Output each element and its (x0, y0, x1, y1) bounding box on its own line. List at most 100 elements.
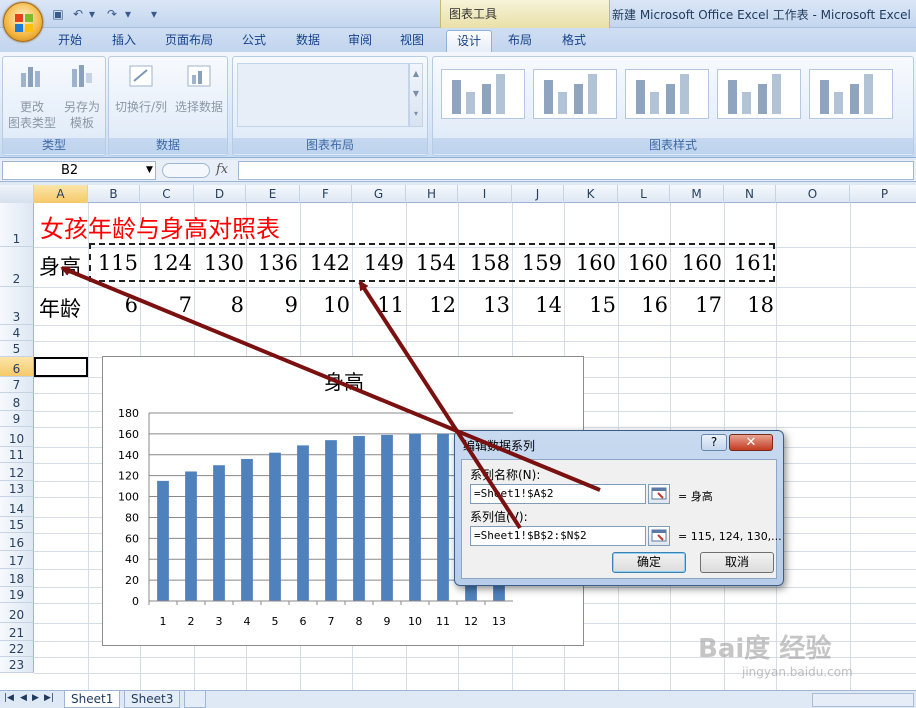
insert-function-icon[interactable]: fx (216, 162, 228, 177)
age-cell[interactable]: 8 (194, 293, 244, 317)
series-values-collapse-icon[interactable] (648, 526, 670, 546)
row-header-22[interactable]: 22 (0, 641, 34, 657)
active-cell-a6[interactable] (34, 357, 88, 377)
row-header-8[interactable]: 8 (0, 393, 34, 411)
column-header-h[interactable]: H (406, 185, 458, 203)
row-header-7[interactable]: 7 (0, 377, 34, 393)
age-cell[interactable]: 6 (88, 293, 138, 317)
age-cell[interactable]: 9 (246, 293, 298, 317)
chart-style-5[interactable] (809, 69, 893, 119)
switch-row-column-button[interactable]: 切换行/列 (113, 63, 169, 115)
tab-home[interactable]: 开始 (48, 30, 92, 52)
dialog-close-button[interactable]: ✕ (729, 434, 773, 451)
row-header-23[interactable]: 23 (0, 657, 34, 673)
column-header-e[interactable]: E (246, 185, 300, 203)
save-icon[interactable]: ▣ (50, 6, 66, 22)
customize-qat-icon[interactable]: ▾ (146, 6, 162, 22)
column-header-k[interactable]: K (564, 185, 618, 203)
name-box-dropdown-icon[interactable]: ▼ (146, 165, 153, 175)
tab-review[interactable]: 审阅 (338, 30, 382, 52)
chart-style-1[interactable] (441, 69, 525, 119)
row-header-18[interactable]: 18 (0, 569, 34, 587)
prev-sheet-icon[interactable]: ◀ (20, 693, 27, 703)
redo-icon[interactable]: ↷ (104, 6, 120, 22)
column-header-p[interactable]: P (850, 185, 916, 203)
age-cell[interactable]: 12 (406, 293, 456, 317)
redo-dropdown-icon[interactable]: ▾ (120, 6, 136, 22)
horizontal-scrollbar[interactable] (812, 693, 914, 707)
row-header-19[interactable]: 19 (0, 587, 34, 603)
sheet-tab-sheet3[interactable]: Sheet3 (124, 691, 181, 708)
undo-dropdown-icon[interactable]: ▾ (84, 6, 100, 22)
sheet-title-cell[interactable]: 女孩年龄与身高对照表 (40, 209, 280, 244)
chart-style-4[interactable] (717, 69, 801, 119)
first-sheet-icon[interactable]: |◀ (4, 693, 14, 703)
age-cell[interactable]: 14 (512, 293, 562, 317)
tab-view[interactable]: 视图 (390, 30, 434, 52)
column-header-a[interactable]: A (34, 185, 88, 203)
column-header-o[interactable]: O (776, 185, 850, 203)
column-header-b[interactable]: B (88, 185, 140, 203)
tab-insert[interactable]: 插入 (102, 30, 146, 52)
dialog-help-button[interactable]: ? (701, 434, 727, 451)
formula-input[interactable] (238, 161, 914, 180)
column-header-j[interactable]: J (512, 185, 564, 203)
name-box[interactable]: B2 (2, 161, 156, 180)
change-chart-type-button[interactable]: 更改 图表类型 (7, 63, 57, 131)
row-header-11[interactable]: 11 (0, 447, 34, 463)
office-button[interactable] (3, 2, 43, 42)
tab-formulas[interactable]: 公式 (232, 30, 276, 52)
column-header-d[interactable]: D (194, 185, 246, 203)
insert-sheet-icon[interactable] (184, 691, 206, 708)
column-header-m[interactable]: M (670, 185, 724, 203)
gallery-scroll[interactable]: ▲ ▼ ▾ (409, 63, 423, 127)
cell-a3[interactable]: 年龄 (39, 293, 81, 323)
row-header-2[interactable]: 2 (0, 247, 34, 287)
ok-button[interactable]: 确定 (612, 552, 686, 573)
row-header-14[interactable]: 14 (0, 497, 34, 517)
row-header-6[interactable]: 6 (0, 357, 34, 377)
column-header-c[interactable]: C (140, 185, 194, 203)
sheet-tab-sheet1[interactable]: Sheet1 (64, 691, 121, 708)
tab-page-layout[interactable]: 页面布局 (156, 30, 222, 52)
row-header-15[interactable]: 15 (0, 517, 34, 533)
column-header-n[interactable]: N (724, 185, 776, 203)
age-cell[interactable]: 13 (458, 293, 510, 317)
column-header-g[interactable]: G (352, 185, 406, 203)
series-name-input[interactable]: =Sheet1!$A$2 (470, 484, 646, 504)
formula-expand-control[interactable] (162, 163, 210, 178)
row-header-5[interactable]: 5 (0, 341, 34, 357)
tab-layout[interactable]: 布局 (498, 30, 542, 52)
age-cell[interactable]: 16 (618, 293, 668, 317)
row-header-20[interactable]: 20 (0, 603, 34, 623)
row-header-1[interactable]: 1 (0, 203, 34, 247)
tab-design[interactable]: 设计 (446, 30, 492, 52)
row-header-13[interactable]: 13 (0, 481, 34, 497)
series-name-collapse-icon[interactable] (648, 484, 670, 504)
age-cell[interactable]: 18 (724, 293, 774, 317)
age-cell[interactable]: 17 (670, 293, 722, 317)
row-header-10[interactable]: 10 (0, 427, 34, 447)
row-header-21[interactable]: 21 (0, 623, 34, 641)
row-header-4[interactable]: 4 (0, 325, 34, 341)
series-values-input[interactable]: =Sheet1!$B$2:$N$2 (470, 526, 646, 546)
row-header-12[interactable]: 12 (0, 463, 34, 481)
chart-style-3[interactable] (625, 69, 709, 119)
next-sheet-icon[interactable]: ▶ (32, 693, 39, 703)
age-cell[interactable]: 15 (564, 293, 616, 317)
cell-a2[interactable]: 身高 (39, 251, 81, 281)
save-as-template-button[interactable]: 另存为 模板 (57, 63, 107, 131)
age-cell[interactable]: 7 (140, 293, 192, 317)
tab-format[interactable]: 格式 (552, 30, 596, 52)
last-sheet-icon[interactable]: ▶| (44, 693, 54, 703)
age-cell[interactable]: 11 (352, 293, 404, 317)
row-header-16[interactable]: 16 (0, 533, 34, 551)
select-all-corner[interactable] (0, 185, 34, 203)
chart-style-2[interactable] (533, 69, 617, 119)
age-cell[interactable]: 10 (300, 293, 350, 317)
tab-data[interactable]: 数据 (286, 30, 330, 52)
column-header-l[interactable]: L (618, 185, 670, 203)
select-data-button[interactable]: 选择数据 (171, 63, 227, 115)
row-header-3[interactable]: 3 (0, 287, 34, 325)
cancel-button[interactable]: 取消 (700, 552, 774, 573)
